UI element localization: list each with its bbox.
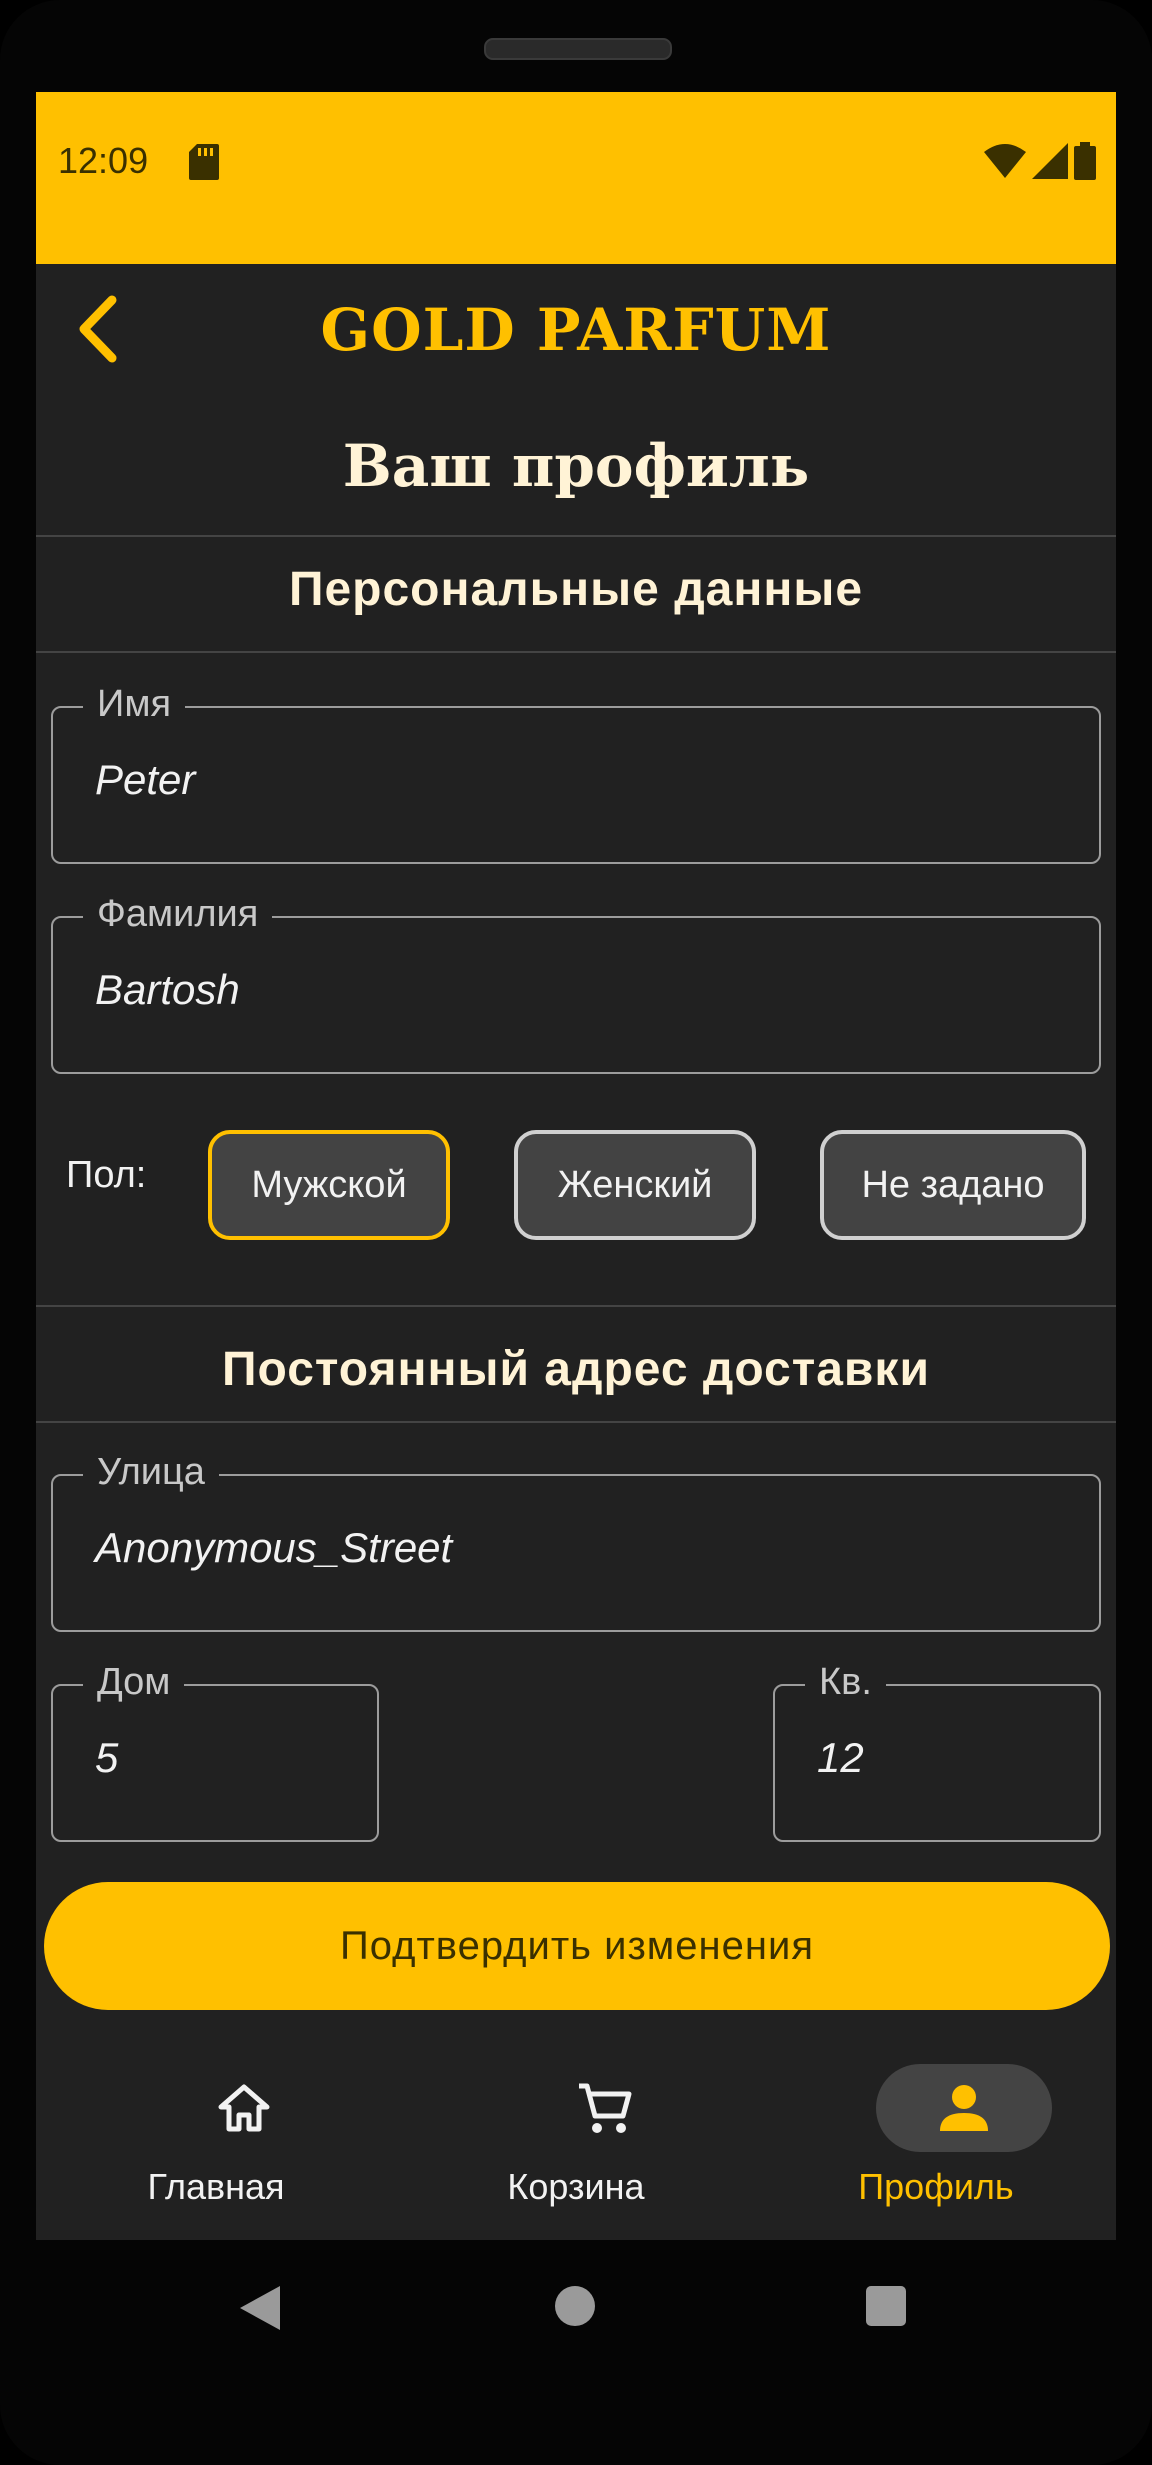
nav-label-home: Главная <box>147 2166 285 2207</box>
cart-icon <box>579 2083 632 2133</box>
app-screen: 12:09 GOLD PARFUM Ваш профиль Персональн… <box>36 92 1116 2240</box>
system-recents-icon[interactable] <box>866 2286 906 2326</box>
status-bar: 12:09 <box>36 92 1116 264</box>
street-label: Улица <box>83 1448 219 1496</box>
nav-label-cart: Корзина <box>507 2166 645 2207</box>
gender-female-chip[interactable]: Женский <box>514 1130 756 1240</box>
gender-label: Пол: <box>66 1154 147 1196</box>
brand-title: GOLD PARFUM <box>320 296 832 364</box>
personal-section-title: Персональные данные <box>288 563 864 616</box>
person-icon <box>940 2085 988 2131</box>
gender-unset-chip[interactable]: Не задано <box>820 1130 1086 1240</box>
apartment-label: Кв. <box>805 1658 886 1706</box>
cellular-signal-icon <box>1032 143 1068 179</box>
first-name-label: Имя <box>83 680 186 728</box>
house-label: Дом <box>83 1658 185 1706</box>
section-divider <box>36 535 1116 537</box>
section-divider <box>36 1421 1116 1423</box>
system-home-icon[interactable] <box>555 2286 595 2326</box>
nav-pill <box>156 2064 332 2152</box>
gender-male-chip[interactable]: Мужской <box>208 1130 450 1240</box>
nav-item-profile[interactable]: Профиль <box>756 2042 1116 2240</box>
nav-pill-active <box>876 2064 1052 2152</box>
house-input[interactable]: 5 <box>95 1734 370 1782</box>
last-name-label: Фамилия <box>83 890 273 938</box>
nav-label-profile: Профиль <box>858 2166 1014 2207</box>
nav-pill <box>516 2064 692 2152</box>
system-back-icon[interactable] <box>238 2284 282 2337</box>
home-icon <box>218 2084 270 2132</box>
system-status-icons <box>984 142 1096 180</box>
confirm-changes-button[interactable]: Подтвердить изменения <box>44 1882 1110 2010</box>
sd-card-icon <box>189 144 219 185</box>
page-title: Ваш профиль <box>342 432 810 500</box>
wifi-icon <box>984 144 1026 178</box>
apartment-field[interactable]: Кв. 12 <box>773 1658 1101 1842</box>
nav-item-home[interactable]: Главная <box>36 2042 396 2240</box>
street-input[interactable]: Anonymous_Street <box>95 1524 984 1572</box>
section-divider <box>36 651 1116 653</box>
status-time: 12:09 <box>58 140 149 181</box>
address-section-title: Постоянный адрес доставки <box>222 1343 930 1396</box>
last-name-input[interactable]: Bartosh <box>95 966 984 1014</box>
bottom-navigation: Главная Корзина Профиль <box>36 2042 1116 2240</box>
house-field[interactable]: Дом 5 <box>51 1658 379 1842</box>
system-navigation-bar <box>0 2240 1152 2370</box>
app-bar: GOLD PARFUM <box>36 264 1116 394</box>
last-name-field[interactable]: Фамилия Bartosh <box>51 890 1101 1074</box>
first-name-input[interactable]: Peter <box>95 756 984 804</box>
section-divider <box>36 1305 1116 1307</box>
speaker-grille <box>484 38 672 60</box>
first-name-field[interactable]: Имя Peter <box>51 680 1101 864</box>
street-field[interactable]: Улица Anonymous_Street <box>51 1448 1101 1632</box>
battery-icon <box>1074 142 1096 180</box>
phone-frame: 12:09 GOLD PARFUM Ваш профиль Персональн… <box>0 0 1152 2465</box>
nav-item-cart[interactable]: Корзина <box>396 2042 756 2240</box>
apartment-input[interactable]: 12 <box>817 1734 1092 1782</box>
